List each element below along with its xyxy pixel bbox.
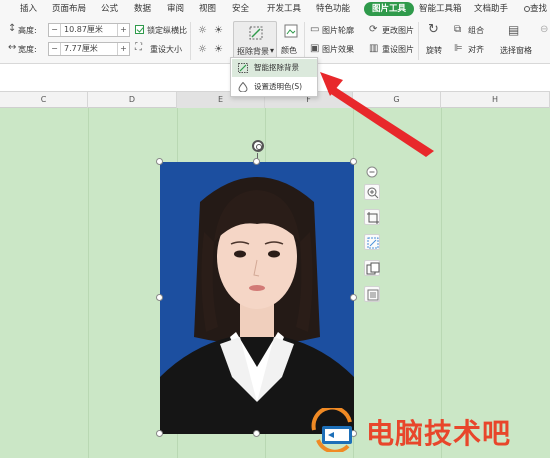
smart-remove-background-icon: [238, 63, 248, 73]
height-icon: ↕: [8, 23, 17, 34]
zoom-in-button[interactable]: [364, 184, 380, 200]
reset-picture-icon: ▥: [369, 43, 379, 54]
picture-outline-button[interactable]: 图片轮廓: [322, 25, 354, 36]
remove-background-button[interactable]: 抠除背景 ▾: [233, 21, 277, 59]
reset-size-icon: ⛶: [135, 42, 142, 53]
height-decrease-button[interactable]: −: [49, 24, 61, 36]
more-icon[interactable]: ⊖: [540, 24, 548, 36]
resize-handle-bottom-left[interactable]: [156, 430, 163, 437]
tab-smart-toolbox[interactable]: 智能工具箱: [419, 0, 462, 18]
ribbon-separator: [304, 22, 305, 60]
resize-handle-left[interactable]: [156, 294, 163, 301]
transparent-color-icon: [238, 82, 248, 92]
lock-ratio-checkbox[interactable]: [135, 25, 144, 34]
column-header-h[interactable]: H: [441, 92, 550, 108]
resize-handle-top-left[interactable]: [156, 158, 163, 165]
width-label: 宽度:: [18, 45, 37, 54]
height-stepper[interactable]: − 10.87厘米 +: [48, 23, 130, 37]
selection-pane-button[interactable]: 选择窗格: [500, 45, 532, 56]
zoom-in-icon: [367, 187, 379, 199]
watermark-logo-icon: [311, 408, 352, 452]
watermark: 电脑技术吧: [308, 406, 550, 456]
crop-icon: [367, 212, 379, 224]
column-header-d[interactable]: D: [88, 92, 177, 108]
rotate-button[interactable]: 旋转: [426, 45, 442, 56]
smart-remove-background-label: 智能抠除背景: [254, 63, 299, 72]
resize-handle-bottom[interactable]: [253, 430, 260, 437]
remove-background-icon: [249, 26, 263, 40]
tab-page-layout[interactable]: 页面布局: [52, 0, 86, 18]
menu-bar: 插入 页面布局 公式 数据 审阅 视图 安全 开发工具 特色功能 图片工具 智能…: [0, 0, 550, 18]
resize-handle-top-right[interactable]: [350, 158, 357, 165]
width-decrease-button[interactable]: −: [49, 43, 61, 55]
resize-handle-top[interactable]: [253, 158, 260, 165]
resize-handle-right[interactable]: [350, 294, 357, 301]
tab-insert[interactable]: 插入: [20, 0, 37, 18]
remove-background-side-icon: [367, 237, 379, 249]
picture-print-button[interactable]: [364, 286, 380, 302]
color-icon: [284, 24, 298, 38]
decrease-brightness-icon[interactable]: ☀: [214, 44, 223, 56]
decrease-contrast-icon[interactable]: ☼: [198, 44, 207, 56]
column-header-c[interactable]: C: [0, 92, 88, 108]
chevron-down-icon: ▾: [270, 46, 275, 55]
lock-ratio-label[interactable]: 锁定纵横比: [147, 25, 187, 36]
tab-review[interactable]: 审阅: [167, 0, 184, 18]
zoom-out-icon: [366, 166, 378, 178]
group-icon: ⧉: [454, 24, 462, 35]
change-picture-button[interactable]: 更改图片: [382, 25, 414, 36]
change-picture-icon: ⟳: [369, 24, 378, 35]
reset-picture-button[interactable]: 重设图片: [382, 44, 414, 55]
tab-picture-tools[interactable]: 图片工具: [364, 2, 415, 16]
id-photo-image[interactable]: [160, 162, 354, 434]
watermark-text: 电脑技术吧: [366, 417, 512, 450]
height-label: 高度:: [18, 26, 37, 35]
remove-background-label: 抠除背景: [237, 47, 269, 56]
tab-document-assistant[interactable]: 文档助手: [474, 0, 508, 18]
color-button[interactable]: 颜色: [281, 45, 297, 56]
find-label: 查找: [530, 4, 548, 14]
menu-item-set-transparent-color[interactable]: 设置透明色(S): [232, 78, 317, 96]
height-value[interactable]: 10.87厘米: [64, 24, 103, 36]
tab-formulas[interactable]: 公式: [101, 0, 118, 18]
increase-contrast-icon[interactable]: ☼: [198, 25, 207, 37]
width-stepper[interactable]: − 7.77厘米 +: [48, 42, 130, 56]
group-button[interactable]: 组合: [468, 25, 484, 36]
ribbon-separator: [190, 22, 191, 60]
set-transparent-color-label: 设置透明色(S): [254, 82, 303, 91]
column-header-g[interactable]: G: [353, 92, 441, 108]
menu-item-smart-remove-background[interactable]: 智能抠除背景: [232, 59, 317, 77]
tab-security[interactable]: 安全: [232, 0, 249, 18]
convert-picture-icon: [366, 262, 380, 275]
grid-line: [88, 108, 89, 458]
zoom-out-button[interactable]: [364, 164, 380, 180]
width-value[interactable]: 7.77厘米: [64, 43, 98, 55]
portrait-illustration: [160, 177, 354, 434]
rotate-icon: ↻: [428, 22, 439, 37]
tab-view[interactable]: 视图: [199, 0, 216, 18]
increase-brightness-icon[interactable]: ☀: [214, 25, 223, 37]
width-icon: ↔: [8, 42, 17, 53]
tab-data[interactable]: 数据: [134, 0, 151, 18]
picture-outline-icon: ▭: [310, 24, 320, 35]
tab-find[interactable]: 查找: [524, 0, 547, 18]
height-increase-button[interactable]: +: [117, 24, 129, 36]
picture-print-icon: [367, 289, 379, 301]
width-increase-button[interactable]: +: [117, 43, 129, 55]
picture-effects-icon: ▣: [310, 43, 320, 54]
remove-background-dropdown: 智能抠除背景 设置透明色(S): [230, 57, 318, 97]
tab-developer-tools[interactable]: 开发工具: [267, 0, 301, 18]
picture-effects-button[interactable]: 图片效果: [322, 44, 354, 55]
selection-pane-icon: ▤: [508, 23, 520, 37]
tab-special-features[interactable]: 特色功能: [316, 0, 350, 18]
convert-picture-button[interactable]: [364, 260, 380, 276]
rotate-handle[interactable]: [252, 140, 264, 152]
ribbon-separator: [418, 22, 419, 60]
align-icon: ⊫: [454, 43, 463, 54]
remove-background-side-button[interactable]: [364, 234, 380, 250]
reset-size-button[interactable]: 重设大小: [150, 44, 182, 55]
align-button[interactable]: 对齐: [468, 44, 484, 55]
crop-button[interactable]: [364, 209, 380, 225]
